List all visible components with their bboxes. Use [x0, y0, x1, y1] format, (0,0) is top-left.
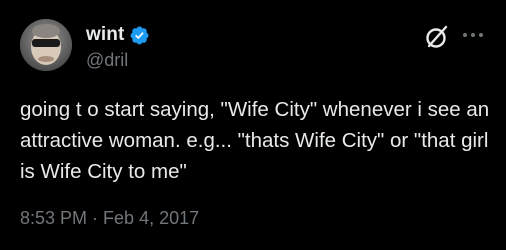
grok-icon[interactable] — [424, 24, 450, 50]
display-name-row: wint — [86, 23, 150, 47]
tweet-card: wint @dril going t o start saying, "Wife… — [0, 0, 506, 250]
tweet-date[interactable]: Feb 4, 2017 — [103, 208, 199, 229]
author-names: wint @dril — [86, 23, 150, 71]
meta-separator: · — [92, 208, 99, 228]
more-options-icon[interactable] — [460, 25, 486, 45]
handle[interactable]: @dril — [86, 50, 150, 71]
tweet-timestamp[interactable]: 8:53 PM · Feb 4, 2017 — [20, 208, 199, 229]
avatar-image — [20, 19, 72, 71]
verified-badge-icon — [129, 25, 150, 46]
display-name[interactable]: wint — [86, 24, 124, 46]
tweet-time[interactable]: 8:53 PM — [20, 208, 87, 229]
tweet-text: going t o start saying, "Wife City" when… — [20, 98, 495, 183]
avatar[interactable] — [20, 19, 72, 71]
